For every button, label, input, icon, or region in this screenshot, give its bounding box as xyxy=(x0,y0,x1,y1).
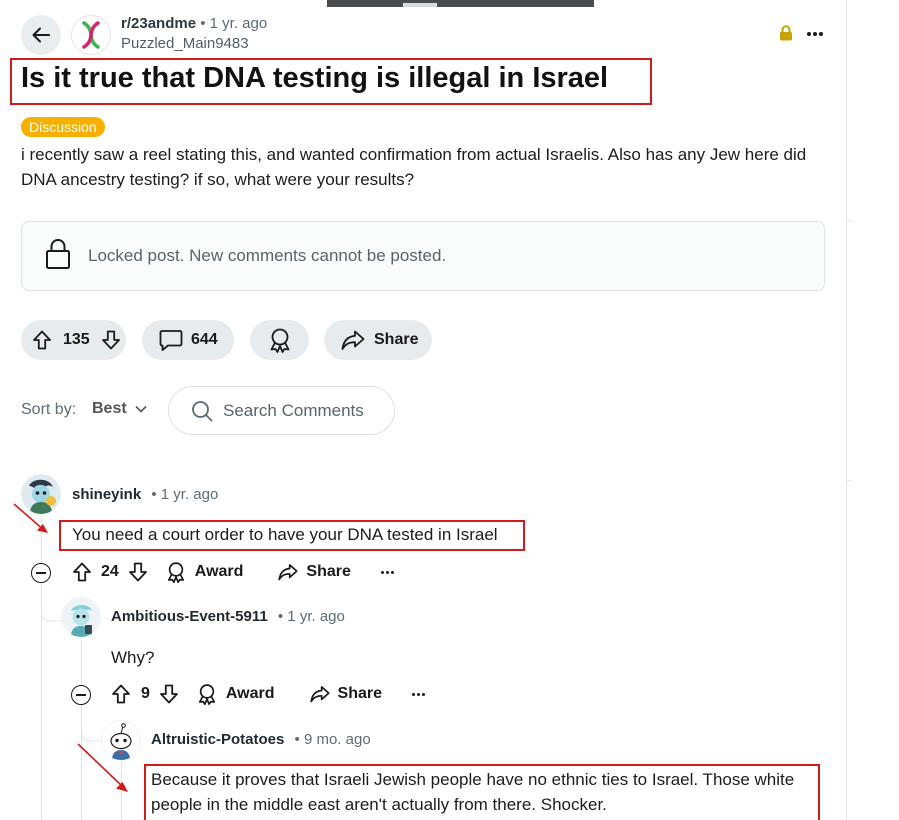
avatar[interactable] xyxy=(61,597,101,637)
search-icon xyxy=(192,400,213,421)
upvote-icon xyxy=(33,330,51,350)
share-label: Share xyxy=(306,563,351,580)
comment-header: shineyink • 1 yr. ago xyxy=(72,486,218,504)
comment-body: Because it proves that Israeli Jewish pe… xyxy=(151,770,795,814)
post-body: i recently saw a reel stating this, and … xyxy=(21,145,807,189)
comment-actions: 24 Award Share xyxy=(71,560,394,584)
more-options-button[interactable] xyxy=(411,692,425,696)
more-icon xyxy=(807,32,823,36)
downvote-icon xyxy=(128,562,147,582)
award-icon xyxy=(270,328,289,353)
locked-notice-text: Locked post. New comments cannot be post… xyxy=(88,246,447,265)
sort-value: Best xyxy=(92,400,127,417)
upvote-button[interactable] xyxy=(31,329,53,351)
comment-header: Ambitious-Event-5911 • 1 yr. ago xyxy=(111,608,345,626)
comment-age: • 1 yr. ago xyxy=(151,486,219,503)
right-divider xyxy=(846,0,847,820)
award-icon xyxy=(198,684,215,705)
comment-age: • 1 yr. ago xyxy=(277,608,345,625)
post-author[interactable]: Puzzled_Main9483 xyxy=(121,35,249,53)
more-options-button[interactable] xyxy=(805,24,825,44)
user-avatar-icon xyxy=(61,597,101,637)
minus-icon xyxy=(36,572,46,574)
share-button[interactable]: Share xyxy=(324,320,432,360)
subreddit-icon[interactable] xyxy=(71,15,111,55)
share-icon xyxy=(309,686,330,703)
lock-outline-icon xyxy=(46,239,70,269)
comment-author[interactable]: Altruistic-Potatoes xyxy=(151,731,284,748)
locked-notice: Locked post. New comments cannot be post… xyxy=(21,221,825,291)
sort-dropdown[interactable]: Best xyxy=(92,400,147,418)
more-icon xyxy=(380,570,394,574)
top-strip xyxy=(327,0,594,7)
minus-icon xyxy=(76,694,86,696)
share-button[interactable]: Share xyxy=(309,684,382,704)
upvote-icon xyxy=(112,684,130,704)
comment-age: • 9 mo. ago xyxy=(294,731,371,748)
comments-count: 644 xyxy=(191,331,218,348)
comment-icon xyxy=(159,330,183,351)
sort-label: Sort by: xyxy=(21,401,77,418)
downvote-icon xyxy=(160,684,178,704)
share-label: Share xyxy=(374,331,419,348)
search-placeholder: Search Comments xyxy=(223,400,364,420)
award-button[interactable]: Award xyxy=(165,561,244,583)
share-label: Share xyxy=(337,685,382,702)
vote-count: 24 xyxy=(101,563,119,580)
award-icon xyxy=(167,562,184,583)
downvote-button[interactable] xyxy=(127,561,149,583)
share-icon xyxy=(278,564,298,581)
more-options-button[interactable] xyxy=(380,570,394,574)
vote-count: 9 xyxy=(141,685,150,702)
downvote-button[interactable] xyxy=(158,683,180,705)
downvote-icon xyxy=(101,330,120,350)
lock-icon xyxy=(779,25,793,46)
collapse-thread-button[interactable] xyxy=(71,685,91,705)
search-comments-input[interactable]: Search Comments xyxy=(168,386,395,435)
share-button[interactable]: Share xyxy=(277,562,351,582)
vote-bar: 135 xyxy=(21,320,126,360)
divider-tick xyxy=(846,220,852,221)
award-label: Award xyxy=(194,563,244,580)
thread-connector xyxy=(41,600,63,622)
thread-connector xyxy=(81,720,103,742)
comments-button[interactable]: 644 xyxy=(142,320,234,360)
downvote-button[interactable] xyxy=(100,329,122,351)
award-button[interactable]: Award xyxy=(196,683,275,705)
share-icon xyxy=(341,330,365,350)
collapse-thread-button[interactable] xyxy=(31,563,51,583)
back-button[interactable] xyxy=(21,15,61,55)
comment-author[interactable]: Ambitious-Event-5911 xyxy=(111,608,268,625)
comment-actions: 9 Award Share xyxy=(110,682,425,706)
annotation-arrow xyxy=(77,743,128,792)
post-age: • 1 yr. ago xyxy=(200,15,268,32)
subreddit-link[interactable]: r/23andme xyxy=(121,15,196,32)
chevron-down-icon xyxy=(135,405,147,413)
post-meta: r/23andme • 1 yr. ago xyxy=(121,15,267,33)
upvote-button[interactable] xyxy=(110,683,132,705)
upvote-icon xyxy=(73,562,91,582)
award-button[interactable] xyxy=(250,320,309,360)
divider-tick xyxy=(846,480,852,481)
upvote-button[interactable] xyxy=(71,561,93,583)
annotation-arrow xyxy=(13,503,48,533)
award-label: Award xyxy=(225,685,275,702)
comment-body: You need a court order to have your DNA … xyxy=(72,525,498,544)
post-title: Is it true that DNA testing is illegal i… xyxy=(21,62,609,94)
more-icon xyxy=(411,692,425,696)
post-flair[interactable]: Discussion xyxy=(21,117,105,137)
arrow-left-icon xyxy=(32,27,50,43)
dna-logo-icon xyxy=(82,21,100,49)
comment-body: Why? xyxy=(111,648,155,667)
comment-author[interactable]: shineyink xyxy=(72,486,141,503)
comment-header: Altruistic-Potatoes • 9 mo. ago xyxy=(151,731,371,749)
vote-count: 135 xyxy=(63,331,90,348)
